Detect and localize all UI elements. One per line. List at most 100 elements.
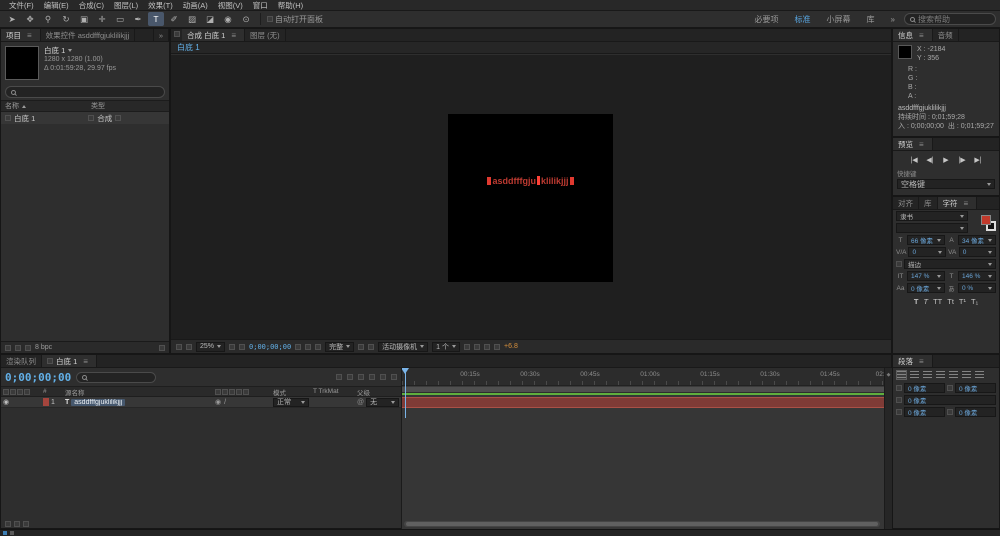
parent-select[interactable]: 无 bbox=[366, 397, 399, 407]
navigator-comp-name[interactable]: 白底 1 bbox=[177, 42, 200, 53]
time-ruler[interactable]: 00:15s 00:30s 00:45s 01:00s 01:15s 01:30… bbox=[402, 368, 888, 386]
blend-mode-select[interactable]: 正常 bbox=[273, 397, 309, 407]
text-layer-content[interactable]: asddfffgju klilikjjj bbox=[448, 176, 613, 186]
text-anchor-handle[interactable] bbox=[487, 177, 492, 185]
justify-last-left-button[interactable] bbox=[936, 371, 945, 379]
comp-marker-icon[interactable]: ◆ bbox=[887, 372, 891, 530]
interpret-footage-icon[interactable] bbox=[5, 344, 11, 351]
menu-help[interactable]: 帮助(H) bbox=[273, 0, 308, 11]
expand-in-out-icon[interactable] bbox=[23, 521, 29, 527]
previous-frame-button[interactable]: ◀| bbox=[924, 154, 937, 165]
view-layout-select[interactable]: 1 个 bbox=[432, 341, 461, 352]
layer-duration-bar[interactable] bbox=[402, 397, 884, 408]
composition-viewer[interactable]: asddfffgju klilikjjj bbox=[171, 55, 891, 339]
transparency-grid-icon[interactable] bbox=[368, 343, 375, 350]
project-list-header[interactable]: 名称 类型 bbox=[1, 100, 169, 112]
pixel-aspect-icon[interactable] bbox=[464, 343, 471, 350]
tsume-select[interactable]: 0 % bbox=[958, 283, 996, 293]
tab-paragraph[interactable]: 段落 ≡ bbox=[893, 355, 933, 367]
viewer-timecode[interactable]: 0;00;00;00 bbox=[249, 343, 291, 351]
column-source-name[interactable]: 源名称 bbox=[63, 387, 213, 397]
panel-menu-icon[interactable]: ≡ bbox=[228, 31, 239, 40]
auto-open-panel-toggle[interactable]: 自动打开面板 bbox=[275, 14, 323, 25]
panel-menu-icon[interactable]: ≡ bbox=[24, 31, 35, 40]
align-center-button[interactable] bbox=[910, 371, 919, 379]
new-composition-icon[interactable] bbox=[25, 344, 31, 351]
menu-file[interactable]: 文件(F) bbox=[4, 0, 39, 11]
trash-icon[interactable] bbox=[159, 344, 165, 351]
timeline-time-area[interactable]: 00:15s 00:30s 00:45s 01:00s 01:15s 01:30… bbox=[401, 368, 892, 530]
pen-tool-icon[interactable]: ✒ bbox=[130, 12, 146, 26]
workspace-essentials[interactable]: 必要项 bbox=[748, 14, 786, 25]
workspace-small-screen[interactable]: 小屏幕 bbox=[820, 14, 858, 25]
project-search-input[interactable] bbox=[5, 86, 165, 98]
tab-character[interactable]: 字符 ≡ bbox=[937, 197, 978, 209]
rotate-tool-icon[interactable]: ↻ bbox=[58, 12, 74, 26]
layer-name[interactable]: asddfffgjuklilikjjj bbox=[71, 398, 126, 406]
space-before-field[interactable]: 0 像素 bbox=[904, 407, 945, 417]
justify-all-button[interactable] bbox=[975, 371, 984, 379]
guides-icon[interactable] bbox=[229, 343, 236, 350]
channels-icon[interactable] bbox=[315, 343, 322, 350]
tracking-select[interactable]: 0 bbox=[958, 247, 997, 257]
fill-color-swatch[interactable] bbox=[981, 215, 991, 225]
current-time-display[interactable]: 0;00;00;00 bbox=[5, 371, 71, 384]
brush-tool-icon[interactable]: ✐ bbox=[166, 12, 182, 26]
column-mode[interactable]: 模式 bbox=[271, 387, 311, 397]
project-row-comp[interactable]: 白底 1 合成 bbox=[1, 112, 169, 124]
hide-shy-layers-icon[interactable] bbox=[358, 374, 364, 380]
fast-previews-icon[interactable] bbox=[474, 343, 481, 350]
menu-animation[interactable]: 动画(A) bbox=[178, 0, 213, 11]
pan-behind-tool-icon[interactable]: ✛ bbox=[94, 12, 110, 26]
tab-audio[interactable]: 音频 bbox=[932, 29, 959, 41]
column-trkmat[interactable]: T TrkMat bbox=[311, 388, 355, 395]
flowchart-icon[interactable] bbox=[494, 343, 501, 350]
workspace-libraries[interactable]: 库 bbox=[860, 14, 882, 25]
magnification-icon[interactable] bbox=[186, 343, 192, 350]
stroke-type-select[interactable]: 描边 bbox=[904, 259, 996, 269]
layer-label-color[interactable] bbox=[43, 398, 49, 406]
timeline-navigator[interactable] bbox=[404, 521, 880, 527]
kerning-select[interactable]: 0 bbox=[908, 247, 946, 257]
layer-continuous-rasterize-icon[interactable]: / bbox=[224, 399, 226, 406]
tab-info[interactable]: 信息 ≡ bbox=[893, 29, 933, 41]
eraser-tool-icon[interactable]: ◪ bbox=[202, 12, 218, 26]
horizontal-scale-select[interactable]: 146 % bbox=[958, 271, 996, 281]
tab-render-queue[interactable]: 渲染队列 bbox=[1, 355, 42, 367]
camera-select[interactable]: 活动摄像机 bbox=[378, 341, 429, 352]
play-button[interactable]: ▶ bbox=[940, 154, 953, 165]
tab-effect-controls[interactable]: 效果控件 asddfffgjuklilikjjj bbox=[40, 29, 136, 41]
justify-last-center-button[interactable] bbox=[949, 371, 958, 379]
last-frame-button[interactable]: ▶| bbox=[972, 154, 985, 165]
selection-tool-icon[interactable]: ➤ bbox=[4, 12, 20, 26]
tab-project[interactable]: 项目 ≡ bbox=[1, 29, 41, 41]
small-caps-button[interactable]: Tt bbox=[947, 297, 954, 306]
superscript-button[interactable]: T¹ bbox=[959, 297, 966, 306]
draft-3d-icon[interactable] bbox=[347, 374, 353, 380]
subscript-button[interactable]: T₁ bbox=[971, 297, 978, 306]
show-snapshot-icon[interactable] bbox=[305, 343, 312, 350]
faux-bold-button[interactable]: T bbox=[914, 297, 919, 306]
text-end-handle[interactable] bbox=[569, 177, 574, 185]
menu-view[interactable]: 视图(V) bbox=[213, 0, 248, 11]
menu-effect[interactable]: 效果(T) bbox=[143, 0, 178, 11]
work-area-bar[interactable] bbox=[402, 386, 884, 393]
panel-menu-icon[interactable]: ≡ bbox=[916, 31, 927, 40]
space-after-field[interactable]: 0 像素 bbox=[955, 407, 996, 417]
column-number[interactable]: # bbox=[41, 388, 63, 395]
snapshot-icon[interactable] bbox=[295, 343, 302, 350]
tab-composition[interactable]: 合成 白底 1 ≡ bbox=[182, 29, 246, 41]
column-name[interactable]: 名称 bbox=[5, 101, 19, 111]
composition-canvas[interactable]: asddfffgju klilikjjj bbox=[448, 114, 613, 282]
clone-stamp-tool-icon[interactable]: ▨ bbox=[184, 12, 200, 26]
exposure-value[interactable]: +6.8 bbox=[504, 343, 518, 350]
panel-menu-icon[interactable]: ≡ bbox=[916, 357, 927, 366]
first-line-indent-field[interactable]: 0 像素 bbox=[904, 395, 996, 405]
puppet-tool-icon[interactable]: ⊙ bbox=[238, 12, 254, 26]
first-frame-button[interactable]: |◀ bbox=[908, 154, 921, 165]
composition-mini-flowchart-icon[interactable] bbox=[336, 374, 342, 380]
panel-overflow-button[interactable]: » bbox=[152, 29, 169, 41]
resolution-select[interactable]: 完整 bbox=[325, 341, 355, 352]
roto-brush-tool-icon[interactable]: ◉ bbox=[220, 12, 236, 26]
graph-editor-icon[interactable] bbox=[391, 374, 397, 380]
